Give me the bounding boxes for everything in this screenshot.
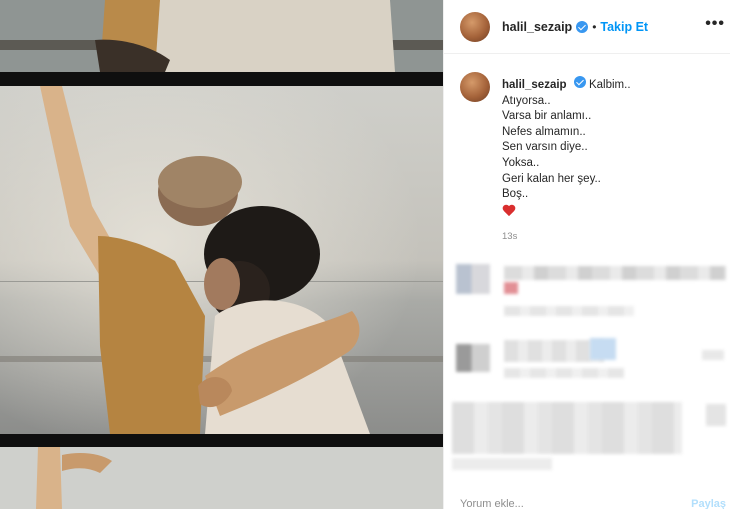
comment-emoji-blurred — [504, 282, 518, 294]
comment-meta-blurred — [504, 306, 634, 316]
comment-meta-blurred — [504, 368, 624, 378]
comment-avatar[interactable] — [456, 344, 490, 372]
comment-like-blurred — [706, 404, 726, 426]
caption-line: Nefes almamın.. — [502, 125, 586, 138]
caption-line: Sen varsın diye.. — [502, 141, 588, 154]
more-options-icon[interactable]: ••• — [705, 16, 725, 32]
post-photo[interactable] — [0, 0, 443, 509]
post-header: halil_sezaip • Takip Et ••• — [444, 0, 730, 54]
comment-text-blurred — [504, 266, 726, 280]
caption-line: Boş.. — [502, 188, 529, 201]
caption-first-line: halil_sezaip Kalbim.. — [502, 76, 722, 94]
comment-like-blurred — [702, 350, 724, 360]
caption-line: Atıyorsa.. — [502, 94, 551, 107]
caption-avatar[interactable] — [460, 72, 490, 102]
avatar[interactable] — [460, 11, 490, 42]
comment-text-blurred — [504, 340, 604, 362]
caption-username[interactable]: halil_sezaip — [502, 79, 567, 91]
post-side-panel: halil_sezaip • Takip Et ••• halil_sezaip… — [443, 0, 730, 509]
photo-frame-main-art — [0, 86, 443, 434]
photo-frame-bottom — [0, 447, 443, 509]
verified-badge-icon — [576, 20, 589, 33]
post-timestamp[interactable]: 13s — [502, 231, 517, 242]
comment-meta-blurred — [452, 458, 552, 470]
caption-line: Yoksa.. — [502, 156, 540, 169]
photo-frame-top — [0, 0, 443, 72]
caption-text: halil_sezaip Kalbim.. Atıyorsa.. Varsa b… — [502, 76, 722, 223]
photo-frame-top-art — [0, 0, 443, 72]
photo-frame-bottom-art — [0, 447, 443, 509]
photo-frame-main — [0, 86, 443, 434]
comment-text-blurred — [452, 402, 682, 454]
caption-line: Varsa bir anlamı.. — [502, 110, 592, 123]
header-username[interactable]: halil_sezaip — [502, 20, 572, 34]
caption-line: Geri kalan her şey.. — [502, 172, 601, 185]
caption-verified-icon — [573, 76, 586, 88]
comment-avatar[interactable] — [456, 264, 490, 294]
comment-badge-blurred — [590, 338, 616, 360]
caption-line: Kalbim.. — [588, 79, 631, 91]
red-heart-icon — [502, 205, 516, 218]
follow-button[interactable]: Takip Et — [600, 20, 648, 34]
header-separator: • — [592, 19, 597, 34]
comment-input[interactable]: Yorum ekle... — [460, 498, 524, 509]
post-comment-button[interactable]: Paylaş — [691, 498, 726, 509]
